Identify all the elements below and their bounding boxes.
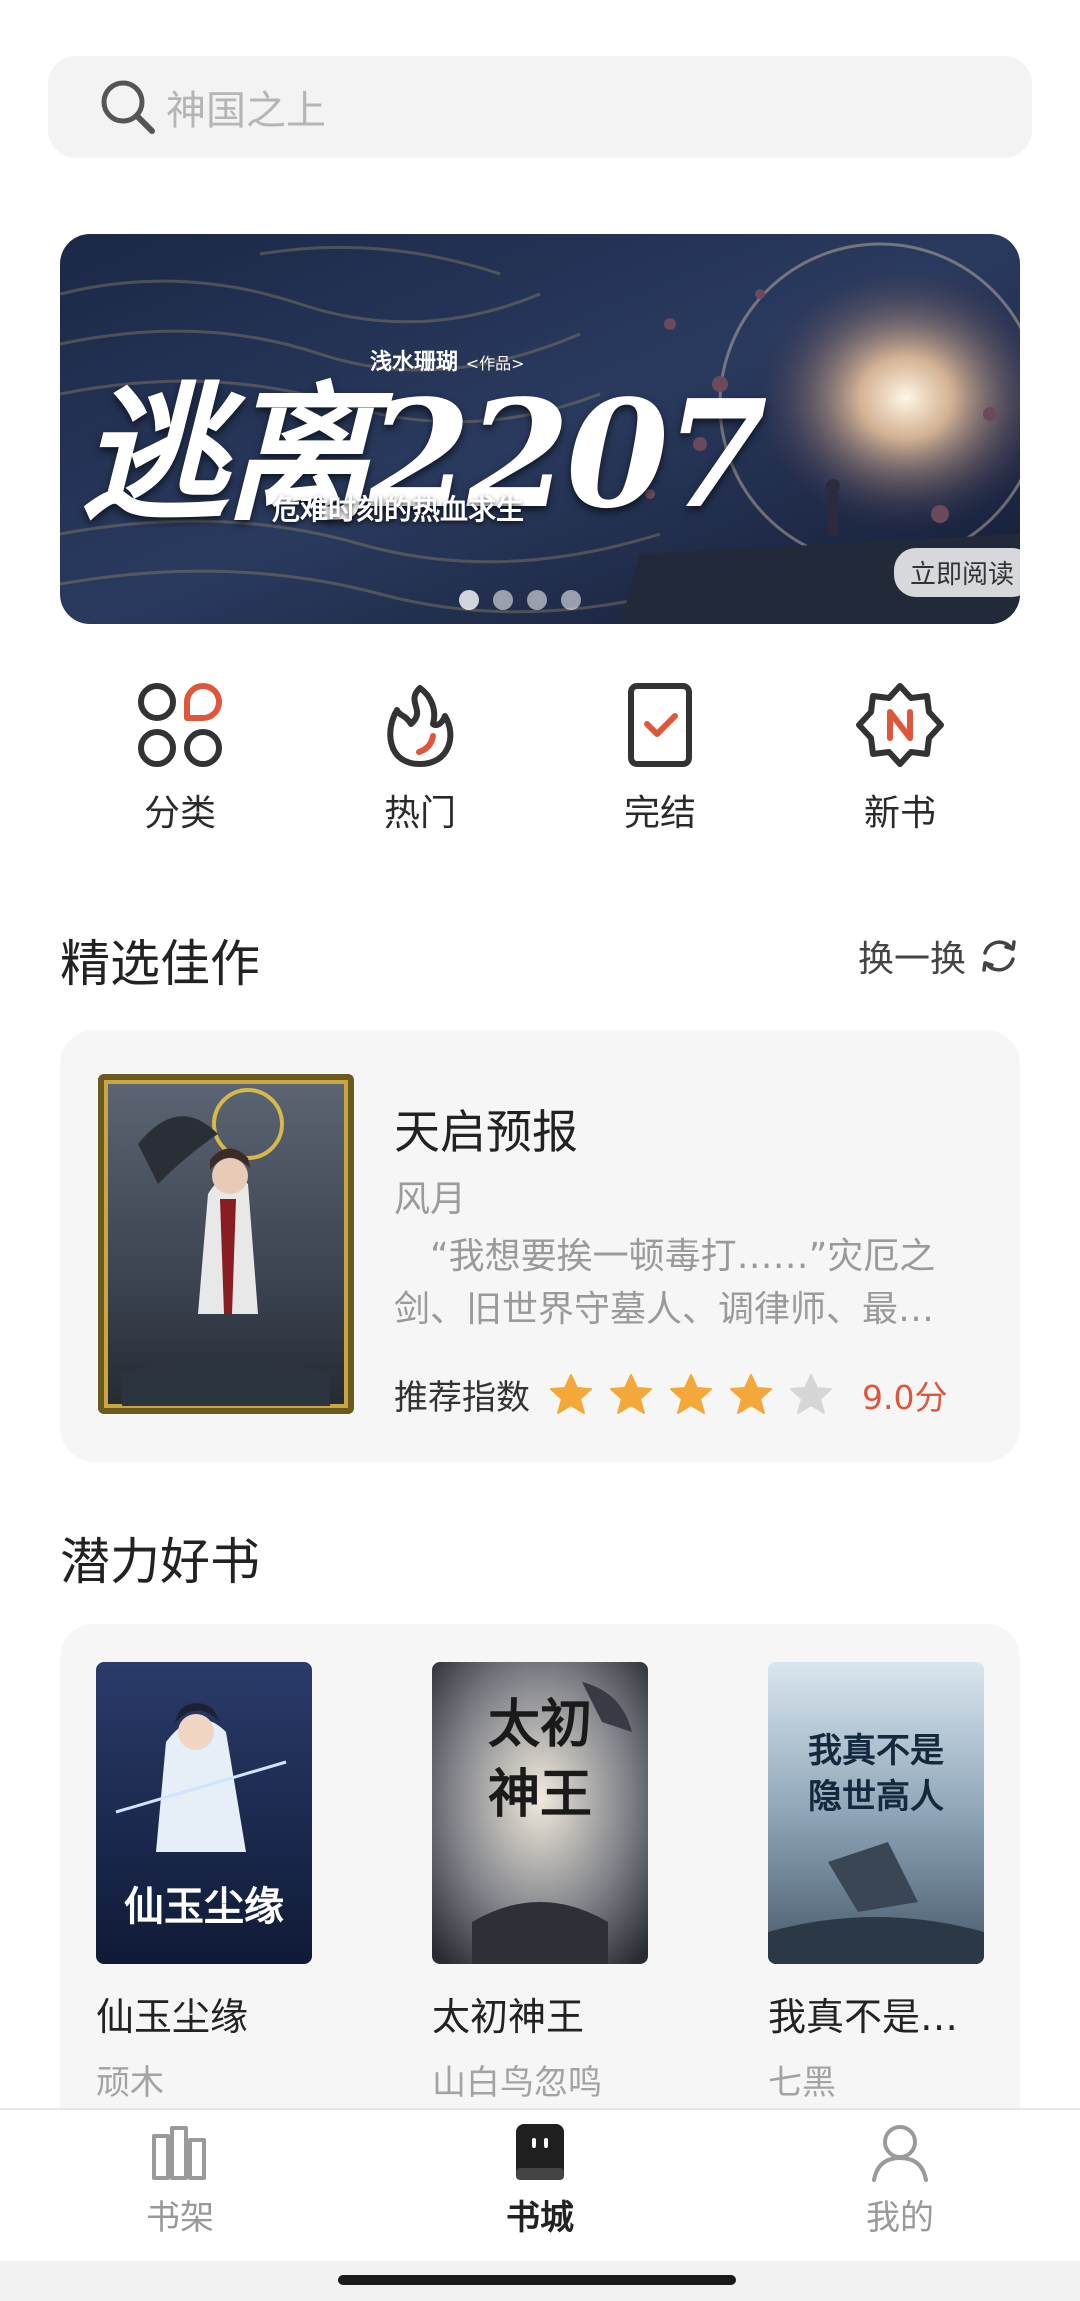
tab-profile[interactable]: 我的 xyxy=(800,2120,1000,2239)
tab-label: 书城 xyxy=(506,2198,574,2238)
bottom-tab-bar: 书架 书城 我的 xyxy=(0,2108,1080,2261)
book-author: 顽木 xyxy=(96,2063,164,2103)
pagination-dot[interactable] xyxy=(459,590,479,610)
quick-nav-hot[interactable]: 热门 xyxy=(330,680,510,836)
pagination-dot[interactable] xyxy=(561,590,581,610)
svg-text:仙玉尘缘: 仙玉尘缘 xyxy=(124,1883,284,1930)
book-rating: 推荐指数 9.0分 xyxy=(394,1370,947,1419)
book-description: “我想要挨一顿毒打……”灾厄之剑、旧世界守墓人、调律师、最… xyxy=(394,1236,936,1330)
quick-nav-label: 热门 xyxy=(383,793,456,834)
banner-pagination xyxy=(60,590,1020,610)
rating-score: 9.0分 xyxy=(862,1377,948,1417)
bookstore-icon xyxy=(516,2124,564,2180)
quick-nav-completed[interactable]: 完结 xyxy=(570,680,750,836)
search-icon xyxy=(101,80,155,134)
book-item[interactable]: 仙玉尘缘 仙玉尘缘 顽木 xyxy=(96,1662,316,2104)
profile-icon xyxy=(872,2125,928,2182)
book-author: 七黑 xyxy=(768,2063,836,2103)
search-placeholder: 神国之上 xyxy=(166,88,326,134)
bookshelf-icon xyxy=(152,2126,206,2180)
quick-nav-label: 新书 xyxy=(863,793,936,834)
featured-section-title: 精选佳作 xyxy=(60,935,260,993)
category-icon xyxy=(138,683,222,767)
featured-book-card[interactable]: 天启预报 风月 “我想要挨一顿毒打……”灾厄之剑、旧世界守墓人、调律师、最… 推… xyxy=(60,1030,1020,1462)
book-cover[interactable] xyxy=(98,1074,354,1414)
star-icon xyxy=(550,1373,592,1414)
new-badge-icon xyxy=(856,683,944,767)
tab-bookstore[interactable]: 书城 xyxy=(440,2120,640,2239)
home-indicator-area xyxy=(0,2261,1080,2301)
book-author: 山白鸟忽鸣 xyxy=(432,2063,602,2103)
book-cover-art xyxy=(98,1074,354,1414)
book-title[interactable]: 我真不是… xyxy=(768,1986,988,2041)
tab-label: 书架 xyxy=(146,2198,214,2238)
banner-subtitle: 危难时刻的热血求生 xyxy=(272,493,525,526)
book-title[interactable]: 仙玉尘缘 xyxy=(96,1986,316,2041)
pagination-dot[interactable] xyxy=(527,590,547,610)
search-bar[interactable]: 神国之上 xyxy=(48,56,1032,158)
book-item[interactable]: 我真不是 隐世高人 我真不是… 七黑 xyxy=(768,1662,988,2104)
star-empty-icon xyxy=(790,1373,832,1414)
quick-nav-label: 分类 xyxy=(143,793,216,834)
promo-banner[interactable]: 浅水珊瑚 <作品> 逃离2207 危难时刻的热血求生 立即阅读 xyxy=(60,234,1020,624)
book-item[interactable]: 太初 神王 太初神王 山白鸟忽鸣 xyxy=(432,1662,652,2104)
book-title[interactable]: 天启预报 xyxy=(394,1096,578,1162)
book-cover[interactable]: 仙玉尘缘 xyxy=(96,1662,312,1964)
star-icon xyxy=(730,1373,772,1414)
star-icon xyxy=(670,1373,712,1414)
tab-label: 我的 xyxy=(866,2198,934,2238)
refresh-icon xyxy=(982,940,1016,972)
potential-section-title: 潜力好书 xyxy=(60,1533,260,1591)
book-author: 风月 xyxy=(394,1179,467,1220)
svg-text:我真不是: 我真不是 xyxy=(808,1731,944,1771)
potential-books: 仙玉尘缘 仙玉尘缘 顽木 太初 神王 太初神王 山白鸟忽鸣 我真不是 隐世高人 … xyxy=(60,1624,1020,2124)
flame-icon xyxy=(387,685,454,767)
check-book-icon xyxy=(628,683,692,767)
book-cover-art: 我真不是 隐世高人 xyxy=(768,1662,984,1964)
book-cover[interactable]: 我真不是 隐世高人 xyxy=(768,1662,984,1964)
pagination-dot[interactable] xyxy=(493,590,513,610)
home-indicator[interactable] xyxy=(338,2275,736,2285)
book-cover[interactable]: 太初 神王 xyxy=(432,1662,648,1964)
svg-text:隐世高人: 隐世高人 xyxy=(808,1777,944,1817)
tab-bookshelf[interactable]: 书架 xyxy=(80,2120,280,2239)
book-title[interactable]: 太初神王 xyxy=(432,1986,652,2041)
quick-nav-category[interactable]: 分类 xyxy=(90,680,270,836)
refresh-label: 换一换 xyxy=(857,939,966,980)
refresh-button[interactable]: 换一换 xyxy=(858,930,1020,982)
star-icon xyxy=(610,1373,652,1414)
rating-label: 推荐指数 xyxy=(394,1378,530,1418)
book-cover-art: 太初 神王 xyxy=(432,1662,648,1964)
quick-nav-new[interactable]: 新书 xyxy=(810,680,990,836)
svg-text:神王: 神王 xyxy=(488,1764,592,1825)
book-cover-art: 仙玉尘缘 xyxy=(96,1662,312,1964)
svg-text:太初: 太初 xyxy=(488,1694,592,1755)
quick-nav-label: 完结 xyxy=(623,793,696,834)
